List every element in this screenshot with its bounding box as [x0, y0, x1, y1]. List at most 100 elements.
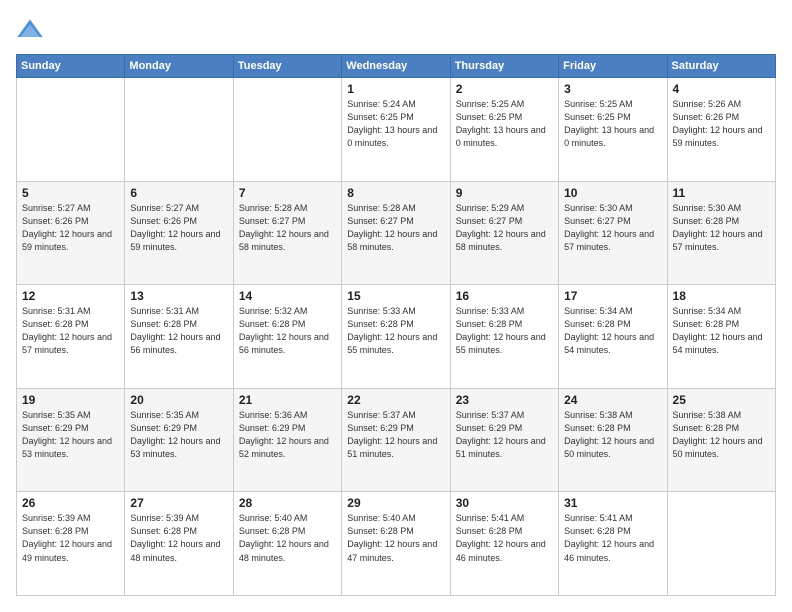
day-number: 29: [347, 496, 444, 510]
calendar-cell: 10Sunrise: 5:30 AM Sunset: 6:27 PM Dayli…: [559, 181, 667, 285]
calendar-cell: 14 Sunrise: 5:32 AM Sunset: 6:28 PM Dayli…: [233, 285, 341, 389]
calendar-week-4: 26 Sunrise: 5:39 AM Sunset: 6:28 PM Dayli…: [17, 492, 776, 596]
day-number: 5: [22, 186, 119, 200]
day-info: Sunrise: 5:31 AM Sunset: 6:28 PM Dayligh…: [130, 305, 227, 357]
day-info: Sunrise: 5:29 AM Sunset: 6:27 PM Dayligh…: [456, 202, 553, 254]
day-info: Sunrise: 5:38 AM Sunset: 6:28 PM Dayligh…: [673, 409, 770, 461]
day-info: Sunrise: 5:35 AM Sunset: 6:29 PM Dayligh…: [130, 409, 227, 461]
day-info: Sunrise: 5:40 AM Sunset: 6:28 PM Dayligh…: [347, 512, 444, 564]
day-number: 15: [347, 289, 444, 303]
day-number: 23: [456, 393, 553, 407]
day-number: 19: [22, 393, 119, 407]
day-info: Sunrise: 5:41 AM Sunset: 6:28 PM Dayligh…: [456, 512, 553, 564]
day-number: 27: [130, 496, 227, 510]
day-info: Sunrise: 5:32 AM Sunset: 6:28 PM Dayligh…: [239, 305, 336, 357]
logo: [16, 16, 48, 44]
day-info: Sunrise: 5:31 AM Sunset: 6:28 PM Dayligh…: [22, 305, 119, 357]
calendar-cell: 16 Sunrise: 5:33 AM Sunset: 6:28 PM Dayli…: [450, 285, 558, 389]
calendar-cell: 11Sunrise: 5:30 AM Sunset: 6:28 PM Dayli…: [667, 181, 775, 285]
day-number: 17: [564, 289, 661, 303]
calendar-cell: 4 Sunrise: 5:26 AM Sunset: 6:26 PM Daylig…: [667, 78, 775, 182]
weekday-saturday: Saturday: [667, 55, 775, 78]
calendar-table: SundayMondayTuesdayWednesdayThursdayFrid…: [16, 54, 776, 596]
day-number: 6: [130, 186, 227, 200]
calendar-week-2: 12 Sunrise: 5:31 AM Sunset: 6:28 PM Dayli…: [17, 285, 776, 389]
day-number: 14: [239, 289, 336, 303]
header: [16, 16, 776, 44]
calendar-cell: 19 Sunrise: 5:35 AM Sunset: 6:29 PM Dayli…: [17, 388, 125, 492]
weekday-header-row: SundayMondayTuesdayWednesdayThursdayFrid…: [17, 55, 776, 78]
day-number: 1: [347, 82, 444, 96]
day-info: Sunrise: 5:25 AM Sunset: 6:25 PM Dayligh…: [564, 98, 661, 150]
day-number: 7: [239, 186, 336, 200]
calendar-header: SundayMondayTuesdayWednesdayThursdayFrid…: [17, 55, 776, 78]
day-info: Sunrise: 5:28 AM Sunset: 6:27 PM Dayligh…: [239, 202, 336, 254]
calendar-cell: 30 Sunrise: 5:41 AM Sunset: 6:28 PM Dayli…: [450, 492, 558, 596]
calendar-cell: 31Sunrise: 5:41 AM Sunset: 6:28 PM Dayli…: [559, 492, 667, 596]
calendar-cell: 21 Sunrise: 5:36 AM Sunset: 6:29 PM Dayli…: [233, 388, 341, 492]
day-info: Sunrise: 5:33 AM Sunset: 6:28 PM Dayligh…: [347, 305, 444, 357]
day-number: 8: [347, 186, 444, 200]
day-number: 21: [239, 393, 336, 407]
day-info: Sunrise: 5:39 AM Sunset: 6:28 PM Dayligh…: [130, 512, 227, 564]
calendar-cell: 7 Sunrise: 5:28 AM Sunset: 6:27 PM Daylig…: [233, 181, 341, 285]
calendar-cell: 24 Sunrise: 5:38 AM Sunset: 6:28 PM Dayli…: [559, 388, 667, 492]
day-number: 13: [130, 289, 227, 303]
day-info: Sunrise: 5:36 AM Sunset: 6:29 PM Dayligh…: [239, 409, 336, 461]
day-number: 16: [456, 289, 553, 303]
day-info: Sunrise: 5:27 AM Sunset: 6:26 PM Dayligh…: [22, 202, 119, 254]
day-info: Sunrise: 5:35 AM Sunset: 6:29 PM Dayligh…: [22, 409, 119, 461]
calendar-body: 1Sunrise: 5:24 AM Sunset: 6:25 PM Daylig…: [17, 78, 776, 596]
day-number: 12: [22, 289, 119, 303]
calendar-cell: 22Sunrise: 5:37 AM Sunset: 6:29 PM Dayli…: [342, 388, 450, 492]
day-number: 9: [456, 186, 553, 200]
calendar-cell: 13 Sunrise: 5:31 AM Sunset: 6:28 PM Dayli…: [125, 285, 233, 389]
day-number: 4: [673, 82, 770, 96]
page: SundayMondayTuesdayWednesdayThursdayFrid…: [0, 0, 792, 612]
day-number: 25: [673, 393, 770, 407]
calendar-cell: 18 Sunrise: 5:34 AM Sunset: 6:28 PM Dayli…: [667, 285, 775, 389]
day-number: 10: [564, 186, 661, 200]
calendar-cell: 26 Sunrise: 5:39 AM Sunset: 6:28 PM Dayli…: [17, 492, 125, 596]
day-number: 20: [130, 393, 227, 407]
calendar-cell: 17 Sunrise: 5:34 AM Sunset: 6:28 PM Dayli…: [559, 285, 667, 389]
day-number: 30: [456, 496, 553, 510]
calendar-cell: 12 Sunrise: 5:31 AM Sunset: 6:28 PM Dayli…: [17, 285, 125, 389]
calendar-cell: 23Sunrise: 5:37 AM Sunset: 6:29 PM Dayli…: [450, 388, 558, 492]
calendar-cell: 6Sunrise: 5:27 AM Sunset: 6:26 PM Daylig…: [125, 181, 233, 285]
day-info: Sunrise: 5:26 AM Sunset: 6:26 PM Dayligh…: [673, 98, 770, 150]
weekday-thursday: Thursday: [450, 55, 558, 78]
logo-icon: [16, 16, 44, 44]
calendar-cell: 2 Sunrise: 5:25 AM Sunset: 6:25 PM Daylig…: [450, 78, 558, 182]
weekday-friday: Friday: [559, 55, 667, 78]
day-number: 28: [239, 496, 336, 510]
day-info: Sunrise: 5:38 AM Sunset: 6:28 PM Dayligh…: [564, 409, 661, 461]
calendar-cell: [233, 78, 341, 182]
calendar-cell: [667, 492, 775, 596]
day-number: 31: [564, 496, 661, 510]
calendar-cell: 28Sunrise: 5:40 AM Sunset: 6:28 PM Dayli…: [233, 492, 341, 596]
day-info: Sunrise: 5:33 AM Sunset: 6:28 PM Dayligh…: [456, 305, 553, 357]
weekday-tuesday: Tuesday: [233, 55, 341, 78]
calendar-cell: 15 Sunrise: 5:33 AM Sunset: 6:28 PM Dayli…: [342, 285, 450, 389]
weekday-wednesday: Wednesday: [342, 55, 450, 78]
calendar-cell: 3Sunrise: 5:25 AM Sunset: 6:25 PM Daylig…: [559, 78, 667, 182]
calendar-cell: 20 Sunrise: 5:35 AM Sunset: 6:29 PM Dayli…: [125, 388, 233, 492]
day-info: Sunrise: 5:34 AM Sunset: 6:28 PM Dayligh…: [673, 305, 770, 357]
day-number: 18: [673, 289, 770, 303]
day-info: Sunrise: 5:28 AM Sunset: 6:27 PM Dayligh…: [347, 202, 444, 254]
calendar-cell: [125, 78, 233, 182]
calendar-cell: 8 Sunrise: 5:28 AM Sunset: 6:27 PM Daylig…: [342, 181, 450, 285]
day-number: 2: [456, 82, 553, 96]
calendar-cell: 1Sunrise: 5:24 AM Sunset: 6:25 PM Daylig…: [342, 78, 450, 182]
calendar-week-1: 5 Sunrise: 5:27 AM Sunset: 6:26 PM Daylig…: [17, 181, 776, 285]
day-number: 24: [564, 393, 661, 407]
day-info: Sunrise: 5:34 AM Sunset: 6:28 PM Dayligh…: [564, 305, 661, 357]
day-info: Sunrise: 5:39 AM Sunset: 6:28 PM Dayligh…: [22, 512, 119, 564]
day-number: 26: [22, 496, 119, 510]
day-number: 22: [347, 393, 444, 407]
day-info: Sunrise: 5:30 AM Sunset: 6:28 PM Dayligh…: [673, 202, 770, 254]
calendar-cell: [17, 78, 125, 182]
calendar-cell: 27 Sunrise: 5:39 AM Sunset: 6:28 PM Dayli…: [125, 492, 233, 596]
day-info: Sunrise: 5:25 AM Sunset: 6:25 PM Dayligh…: [456, 98, 553, 150]
